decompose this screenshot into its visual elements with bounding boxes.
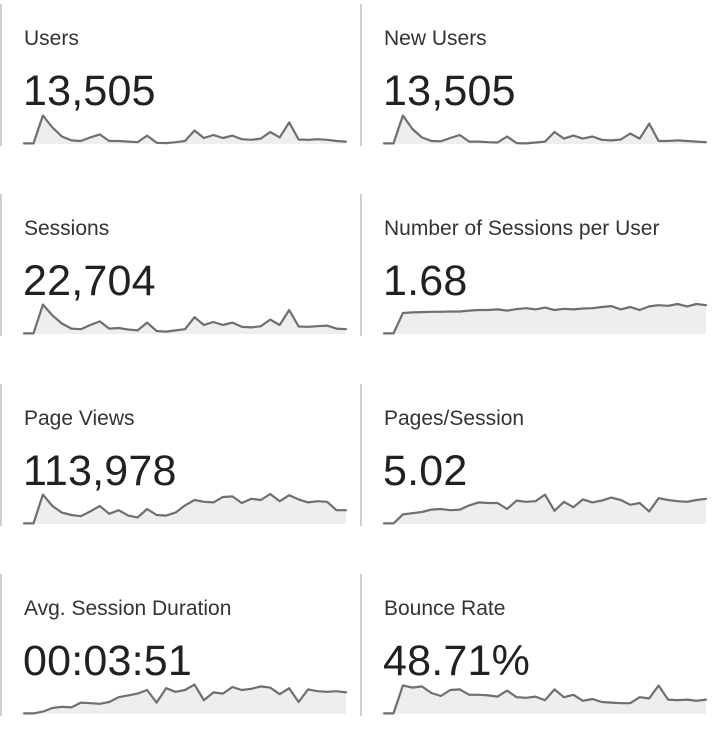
- metric-label: Sessions: [24, 217, 110, 240]
- metric-card-avg-session-duration[interactable]: Avg. Session Duration 00:03:51: [0, 574, 348, 716]
- sparkline-page-views: [22, 492, 348, 525]
- metric-label: Avg. Session Duration: [24, 597, 232, 620]
- sparkline-users: [22, 114, 348, 145]
- metric-label: Page Views: [24, 407, 135, 430]
- sparkline-new-users: [382, 114, 708, 145]
- metric-label: Users: [24, 27, 79, 50]
- metric-card-bounce-rate[interactable]: Bounce Rate 48.71%: [360, 574, 708, 716]
- metric-label: Number of Sessions per User: [384, 217, 660, 240]
- sparkline-line: [382, 114, 708, 145]
- metric-label: Pages/Session: [384, 407, 525, 430]
- metrics-grid: Users 13,505 New Users 13,505 Sessions 2…: [0, 0, 720, 756]
- metric-card-sessions-per-user[interactable]: Number of Sessions per User 1.68: [360, 194, 708, 336]
- sparkline-line: [22, 114, 348, 145]
- sparkline-avg-session-duration: [22, 683, 348, 715]
- sparkline-sessions: [22, 303, 348, 335]
- sparkline-bounce-rate: [382, 684, 708, 715]
- metric-card-new-users[interactable]: New Users 13,505: [360, 4, 708, 146]
- metric-card-sessions[interactable]: Sessions 22,704: [0, 194, 348, 336]
- metric-card-pages-per-session[interactable]: Pages/Session 5.02: [360, 384, 708, 526]
- sparkline-pages-per-session: [382, 493, 708, 525]
- metric-card-page-views[interactable]: Page Views 113,978: [0, 384, 348, 526]
- sparkline-sessions-per-user: [382, 302, 708, 335]
- metric-card-users[interactable]: Users 13,505: [0, 4, 348, 146]
- metric-label: Bounce Rate: [384, 597, 506, 620]
- metric-label: New Users: [384, 27, 487, 50]
